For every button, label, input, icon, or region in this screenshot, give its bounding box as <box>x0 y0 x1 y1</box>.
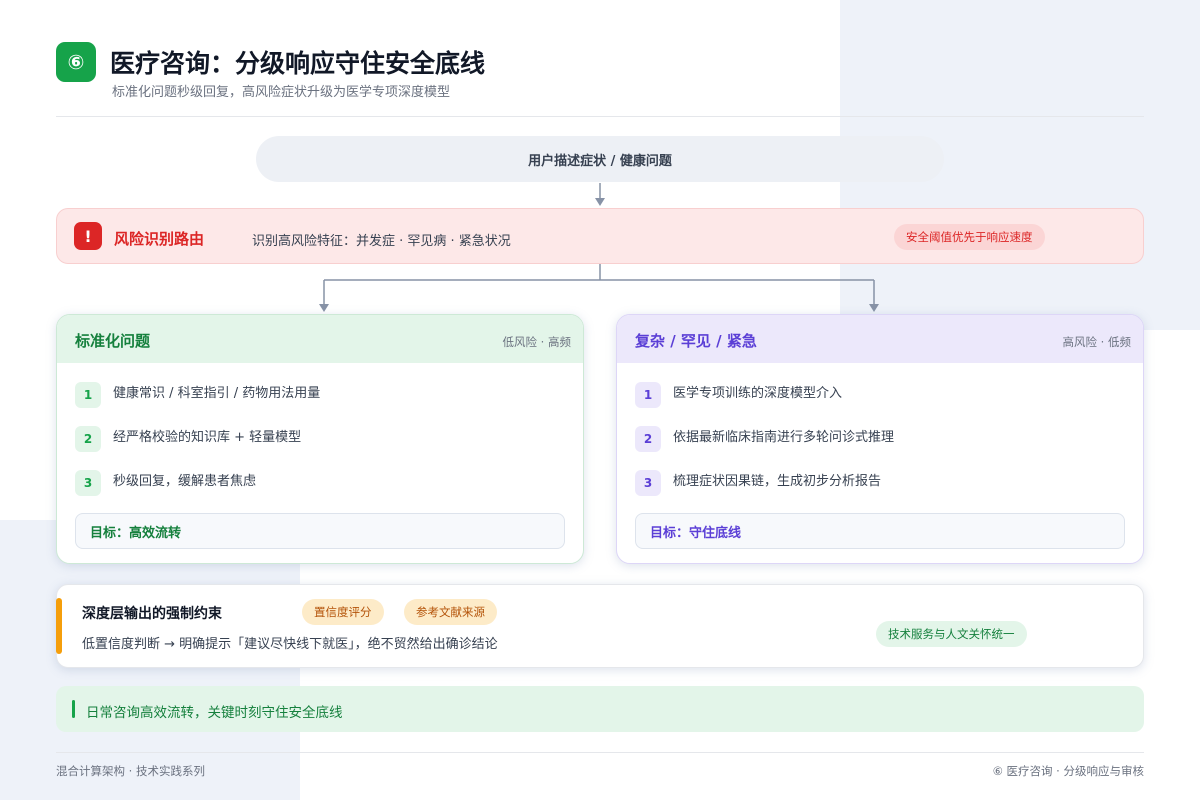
router-title: 风险识别路由 <box>114 230 205 248</box>
goal-box: 目标：高效流转 <box>75 513 565 549</box>
footer-series: 混合计算架构 · 技术实践系列 <box>56 764 205 778</box>
step-item: 3 梳理症状因果链，生成初步分析报告 <box>635 465 882 496</box>
step-text: 秒级回复，缓解患者焦虑 <box>113 473 257 489</box>
step-text: 依据最新临床指南进行多轮问诊式推理 <box>673 429 895 445</box>
step-number: 1 <box>75 382 101 408</box>
step-number: 1 <box>635 382 661 408</box>
step-item: 1 医学专项训练的深度模型介入 <box>635 377 843 408</box>
card-title: 复杂 / 罕见 / 紧急 <box>635 332 757 350</box>
card-header: 复杂 / 罕见 / 紧急 高风险 · 低频 <box>617 315 1143 363</box>
step-text: 经严格校验的知识库 + 轻量模型 <box>113 429 302 445</box>
step-text: 医学专项训练的深度模型介入 <box>673 385 843 401</box>
chip-confidence-score: 置信度评分 <box>302 599 384 625</box>
step-item: 2 经严格校验的知识库 + 轻量模型 <box>75 421 302 452</box>
step-number: 2 <box>635 426 661 452</box>
user-input-node: 用户描述症状 / 健康问题 <box>256 136 944 182</box>
router-description: 识别高风险特征：并发症 · 罕见病 · 紧急状况 <box>252 234 511 249</box>
constraint-accent-bar <box>56 598 62 654</box>
arrow-head-icon <box>595 198 605 206</box>
step-text: 梳理症状因果链，生成初步分析报告 <box>673 473 882 489</box>
summary-accent-bar <box>72 700 75 718</box>
step-item: 3 秒级回复，缓解患者焦虑 <box>75 465 257 496</box>
goal-box: 目标：守住底线 <box>635 513 1125 549</box>
card-header: 标准化问题 低风险 · 高频 <box>57 315 583 363</box>
header-divider <box>56 116 1144 117</box>
step-item: 1 健康常识 / 科室指引 / 药物用法用量 <box>75 377 321 408</box>
page-subtitle: 标准化问题秒级回复，高风险症状升级为医学专项深度模型 <box>112 85 451 100</box>
step-item: 2 依据最新临床指南进行多轮问诊式推理 <box>635 421 895 452</box>
section-number-badge: ⑥ <box>56 42 96 82</box>
card-title: 标准化问题 <box>75 332 151 350</box>
arrow-head-icon <box>319 304 329 312</box>
alert-icon: ! <box>74 222 102 250</box>
card-meta: 高风险 · 低频 <box>1062 335 1131 349</box>
card-meta: 低风险 · 高频 <box>502 335 571 349</box>
step-number: 3 <box>75 470 101 496</box>
router-tag: 安全阈值优先于响应速度 <box>894 224 1045 250</box>
footer-divider <box>56 752 1144 753</box>
step-number: 3 <box>635 470 661 496</box>
footer-section: ⑥ 医疗咨询 · 分级响应与审核 <box>992 764 1144 778</box>
standard-branch-card: 标准化问题 低风险 · 高频 1 健康常识 / 科室指引 / 药物用法用量 2 … <box>56 314 584 564</box>
page-title: 医疗咨询：分级响应守住安全底线 <box>110 49 486 78</box>
constraint-tag: 技术服务与人文关怀统一 <box>876 621 1027 647</box>
step-number: 2 <box>75 426 101 452</box>
complex-branch-card: 复杂 / 罕见 / 紧急 高风险 · 低频 1 医学专项训练的深度模型介入 2 … <box>616 314 1144 564</box>
constraint-description: 低置信度判断 → 明确提示「建议尽快线下就医」，绝不贸然给出确诊结论 <box>82 637 498 652</box>
summary-text: 日常咨询高效流转，关键时刻守住安全底线 <box>86 705 343 721</box>
constraint-title: 深度层输出的强制约束 <box>82 606 222 622</box>
step-text: 健康常识 / 科室指引 / 药物用法用量 <box>113 385 321 401</box>
chip-reference-source: 参考文献来源 <box>404 599 497 625</box>
